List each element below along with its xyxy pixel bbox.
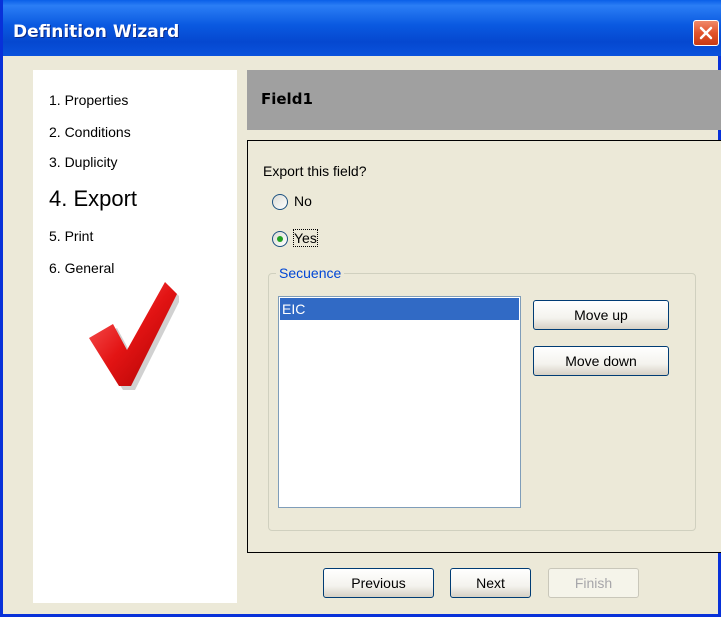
step-general: 6. General xyxy=(49,260,115,276)
list-item-selected[interactable]: EIC xyxy=(280,298,519,320)
wizard-steps-panel: 1. Properties 2. Conditions 3. Duplicity… xyxy=(33,70,237,603)
radio-no[interactable] xyxy=(272,194,288,210)
finish-button[interactable]: Finish xyxy=(548,568,639,598)
move-up-button[interactable]: Move up xyxy=(533,300,669,330)
radio-yes[interactable] xyxy=(272,231,288,247)
radio-selected-dot xyxy=(277,236,283,242)
close-icon xyxy=(699,26,713,40)
export-question: Export this field? xyxy=(263,163,367,179)
radio-no-label[interactable]: No xyxy=(294,193,312,209)
step-export-current: 4. Export xyxy=(49,186,138,211)
previous-button[interactable]: Previous xyxy=(323,568,434,598)
close-button[interactable] xyxy=(693,20,719,46)
step-properties: 1. Properties xyxy=(49,92,129,108)
move-down-button[interactable]: Move down xyxy=(533,346,669,376)
wizard-window: Definition Wizard 1. Properties 2. Condi… xyxy=(0,0,721,617)
sequence-legend: Secuence xyxy=(276,265,345,281)
field-name: Field1 xyxy=(261,90,313,108)
step-print: 5. Print xyxy=(49,228,94,244)
field-header: Field1 xyxy=(247,70,721,130)
sequence-listbox[interactable]: EIC xyxy=(278,296,521,508)
step-conditions: 2. Conditions xyxy=(49,124,131,140)
checkmark-icon xyxy=(89,282,179,390)
window-title: Definition Wizard xyxy=(13,22,180,42)
next-button[interactable]: Next xyxy=(450,568,531,598)
radio-yes-label[interactable]: Yes xyxy=(293,229,318,247)
step-duplicity: 3. Duplicity xyxy=(49,154,118,170)
export-settings-panel: Export this field? No Yes Secuence EIC M… xyxy=(247,140,721,553)
title-bar[interactable]: Definition Wizard xyxy=(3,0,721,56)
